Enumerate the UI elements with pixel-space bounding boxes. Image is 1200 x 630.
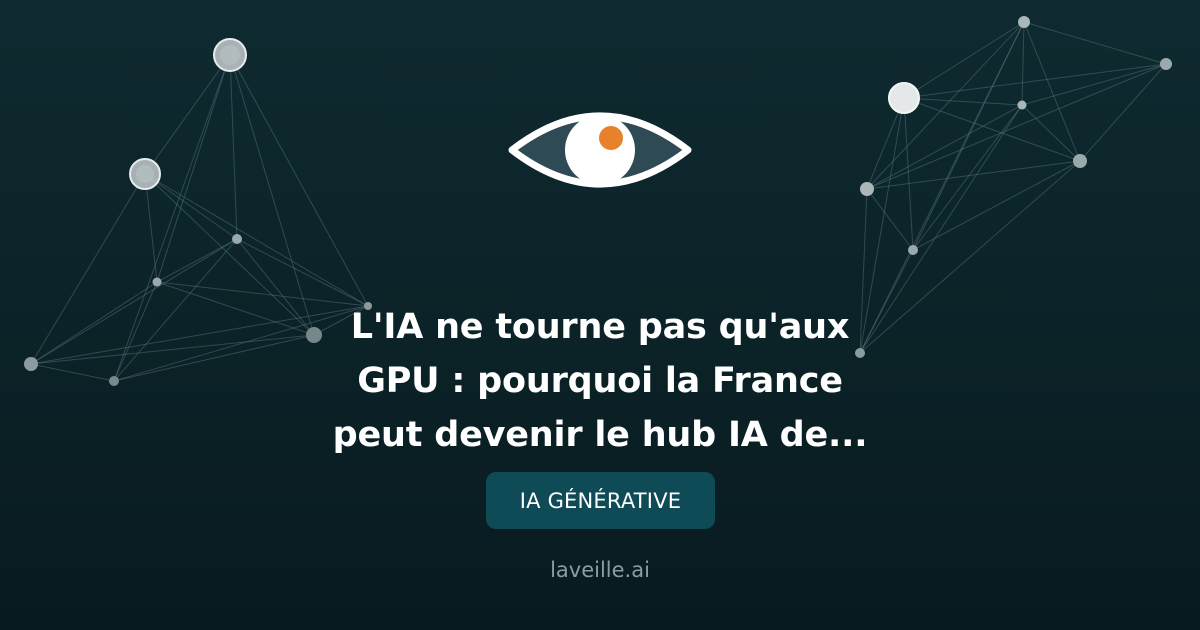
eye-pupil [599, 126, 623, 150]
network-node [888, 82, 920, 114]
network-node [908, 245, 918, 255]
network-node [1073, 154, 1087, 168]
network-node [1160, 58, 1172, 70]
article-headline: L'IA ne tourne pas qu'aux GPU : pourquoi… [260, 300, 940, 462]
network-node [152, 277, 162, 287]
category-badge-label: IA GÉNÉRATIVE [519, 488, 682, 513]
site-domain: laveille.ai [550, 558, 650, 582]
eye-icon [508, 112, 692, 188]
network-node [232, 234, 242, 244]
network-node [109, 376, 119, 386]
headline-line-1: L'IA ne tourne pas qu'aux [350, 307, 850, 347]
network-node [1017, 100, 1027, 110]
headline-line-3: peut devenir le hub IA de... [332, 415, 868, 455]
network-node [860, 182, 874, 196]
category-badge: IA GÉNÉRATIVE [486, 472, 715, 529]
headline-line-2: GPU : pourquoi la France [357, 361, 843, 401]
network-node [1018, 16, 1030, 28]
network-node [24, 357, 38, 371]
